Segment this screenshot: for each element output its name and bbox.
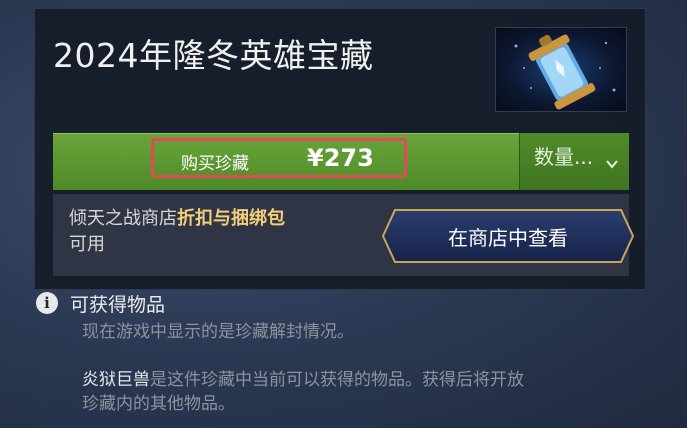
buy-treasure-button[interactable]: 购买珍藏 ¥273	[53, 133, 519, 190]
chevron-down-icon	[606, 160, 618, 169]
obtainable-desc-line2: 珍藏内的其他物品。	[82, 394, 235, 414]
discount-highlight: 折扣与捆绑包	[177, 208, 285, 229]
discount-text: 倾天之战商店折扣与捆绑包 可用	[69, 206, 369, 258]
view-in-store-button[interactable]: 在商店中查看	[381, 208, 635, 264]
treasure-vial-icon	[495, 27, 627, 112]
info-icon: i	[36, 292, 58, 314]
obtainable-desc-line1: 炎狱巨兽是这件珍藏中当前可以获得的物品。获得后将开放	[82, 368, 524, 392]
buy-label: 购买珍藏	[181, 154, 249, 174]
treasure-title: 2024年隆冬英雄宝藏	[53, 36, 374, 75]
obtainable-title: 可获得物品	[70, 294, 166, 316]
quantity-dropdown[interactable]: 数量...	[519, 133, 629, 190]
purchase-row: 购买珍藏 ¥273 数量...	[53, 133, 629, 190]
discount-row: 倾天之战商店折扣与捆绑包 可用 在商店中查看	[53, 194, 635, 276]
discount-text-after: 可用	[69, 234, 105, 255]
obtainable-desc-text: 是这件珍藏中当前可以获得的物品。获得后将开放	[150, 370, 524, 390]
quantity-label: 数量...	[534, 145, 594, 169]
hero-item-name: 炎狱巨兽	[82, 370, 150, 390]
unlock-note: 现在游戏中显示的是珍藏解封情况。	[82, 322, 354, 342]
treasure-panel: 2024年隆冬英雄宝藏 购买珍藏 ¥273 数量... 倾天之战商店折扣与捆绑包…	[34, 8, 646, 290]
buy-price: ¥273	[307, 144, 374, 172]
view-in-store-label: 在商店中查看	[448, 226, 568, 250]
discount-text-before: 倾天之战商店	[69, 208, 177, 229]
